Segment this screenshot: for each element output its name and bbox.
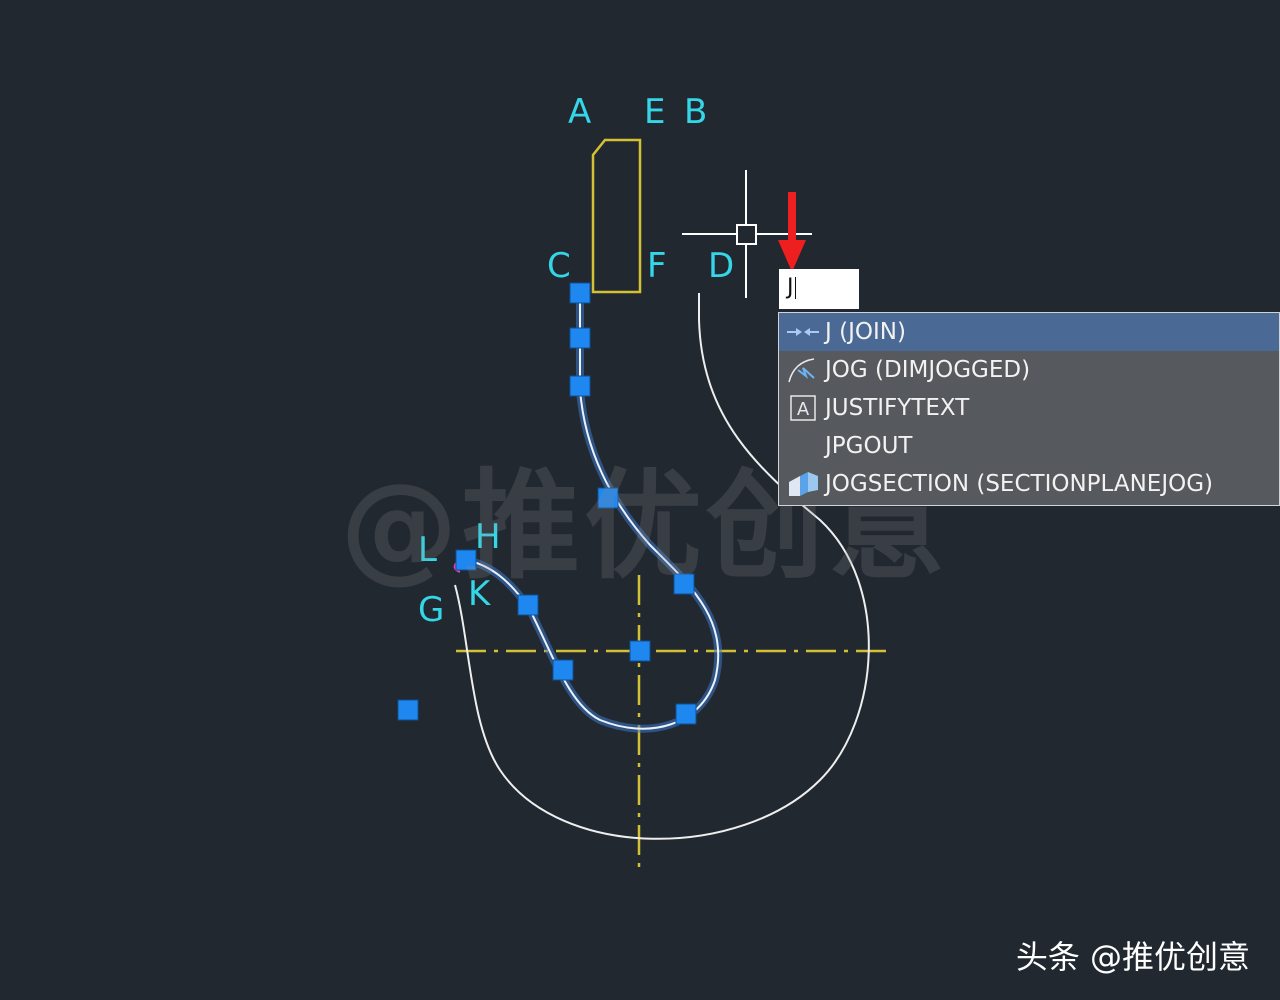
footer-credit: 头条 @推优创意 xyxy=(1015,938,1250,976)
autocomplete-item-label: J (JOIN) xyxy=(825,319,906,345)
justify-text-icon: A xyxy=(785,393,821,423)
autocomplete-item-jpgout[interactable]: JPGOUT xyxy=(779,427,1279,465)
autocomplete-item-label: JOG (DIMJOGGED) xyxy=(825,357,1031,383)
text-caret xyxy=(794,277,796,299)
command-input-value: J xyxy=(787,275,794,300)
command-autocomplete-list[interactable]: J (JOIN) JOG (DIMJOGGED) A JUSTIFYTEXT J… xyxy=(778,312,1280,506)
grip[interactable] xyxy=(569,282,591,304)
grip[interactable] xyxy=(552,659,574,681)
section-plane-icon xyxy=(785,469,821,499)
autocomplete-item-label: JOGSECTION (SECTIONPLANEJOG) xyxy=(825,471,1214,497)
grip[interactable] xyxy=(629,640,651,662)
autocomplete-item-jogsection[interactable]: JOGSECTION (SECTIONPLANEJOG) xyxy=(779,465,1279,503)
yellow-profile-outline[interactable] xyxy=(591,138,642,294)
autocomplete-item-label: JUSTIFYTEXT xyxy=(825,395,970,421)
grip[interactable] xyxy=(569,327,591,349)
join-icon xyxy=(785,317,821,347)
point-label-f: F xyxy=(647,246,667,286)
point-label-d: D xyxy=(708,246,735,286)
autocomplete-item-join[interactable]: J (JOIN) xyxy=(779,313,1279,351)
autocomplete-item-justifytext[interactable]: A JUSTIFYTEXT xyxy=(779,389,1279,427)
grip[interactable] xyxy=(397,699,419,721)
jog-dimension-icon xyxy=(785,355,821,385)
point-label-c: C xyxy=(547,246,571,286)
grip[interactable] xyxy=(569,375,591,397)
command-input[interactable]: J xyxy=(779,269,859,309)
point-label-b: B xyxy=(684,92,708,132)
autocomplete-item-label: JPGOUT xyxy=(825,433,913,459)
autocomplete-item-jog[interactable]: JOG (DIMJOGGED) xyxy=(779,351,1279,389)
svg-text:A: A xyxy=(797,399,810,420)
blank-icon xyxy=(785,431,821,461)
red-down-arrow-icon xyxy=(778,192,806,272)
point-label-e: E xyxy=(644,92,666,132)
point-label-a: A xyxy=(568,92,592,132)
grip[interactable] xyxy=(675,703,697,725)
